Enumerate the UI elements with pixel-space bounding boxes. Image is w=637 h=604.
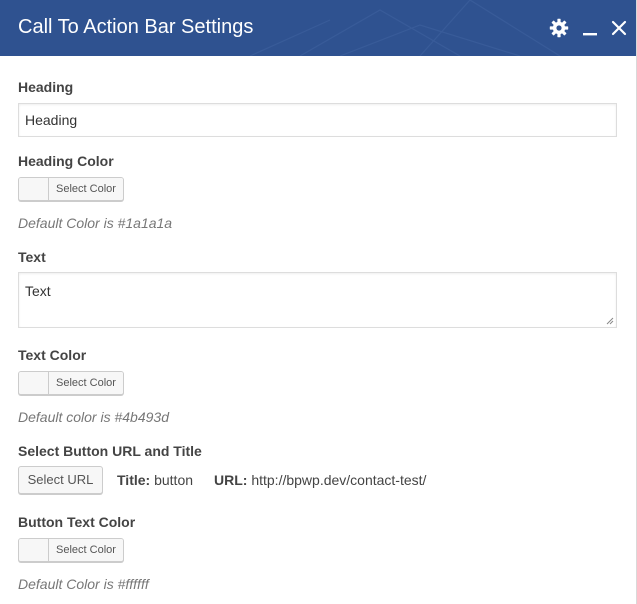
text-label: Text	[18, 249, 46, 265]
select-url-button[interactable]: Select URL	[18, 466, 103, 494]
url-value: http://bpwp.dev/contact-test/	[251, 472, 427, 488]
text-color-label: Text Color	[18, 347, 87, 363]
settings-dialog: Call To Action Bar Settings Heading Head…	[0, 0, 637, 604]
heading-color-picker-button[interactable]: Select Color	[18, 177, 124, 201]
text-textarea[interactable]: Text	[18, 272, 617, 328]
dialog-titlebar[interactable]: Call To Action Bar Settings	[0, 0, 636, 56]
minimize-icon	[583, 33, 597, 36]
text-color-picker-button[interactable]: Select Color	[18, 371, 124, 395]
color-swatch	[19, 539, 49, 561]
dialog-title: Call To Action Bar Settings	[18, 16, 254, 38]
color-swatch	[19, 178, 49, 200]
settings-button[interactable]	[547, 16, 571, 40]
heading-color-hint: Default Color is #1a1a1a	[18, 215, 173, 231]
close-icon	[611, 20, 627, 36]
button-url-label: Select Button URL and Title	[18, 443, 202, 459]
button-text-color-hint: Default Color is #ffffff	[18, 576, 149, 592]
minimize-button[interactable]	[578, 16, 602, 40]
gear-icon	[549, 18, 569, 38]
button-text-color-label: Button Text Color	[18, 514, 136, 530]
button-text-color-picker-button[interactable]: Select Color	[18, 538, 124, 562]
close-button[interactable]	[607, 16, 631, 40]
heading-input[interactable]	[18, 103, 617, 137]
select-color-label: Select Color	[49, 372, 123, 394]
select-color-label: Select Color	[49, 178, 123, 200]
resize-grip-icon[interactable]	[606, 317, 614, 325]
color-swatch	[19, 372, 49, 394]
heading-label: Heading	[18, 79, 74, 95]
title-value: button	[154, 472, 194, 488]
heading-color-label: Heading Color	[18, 153, 114, 169]
button-url-info: URL: http://bpwp.dev/contact-test/	[214, 472, 426, 488]
title-key: Title:	[117, 472, 151, 488]
select-color-label: Select Color	[49, 539, 123, 561]
button-title-info: Title: button	[117, 472, 193, 488]
text-color-hint: Default color is #4b493d	[18, 409, 169, 425]
text-textarea-value: Text	[25, 283, 51, 299]
url-key: URL:	[214, 472, 248, 488]
